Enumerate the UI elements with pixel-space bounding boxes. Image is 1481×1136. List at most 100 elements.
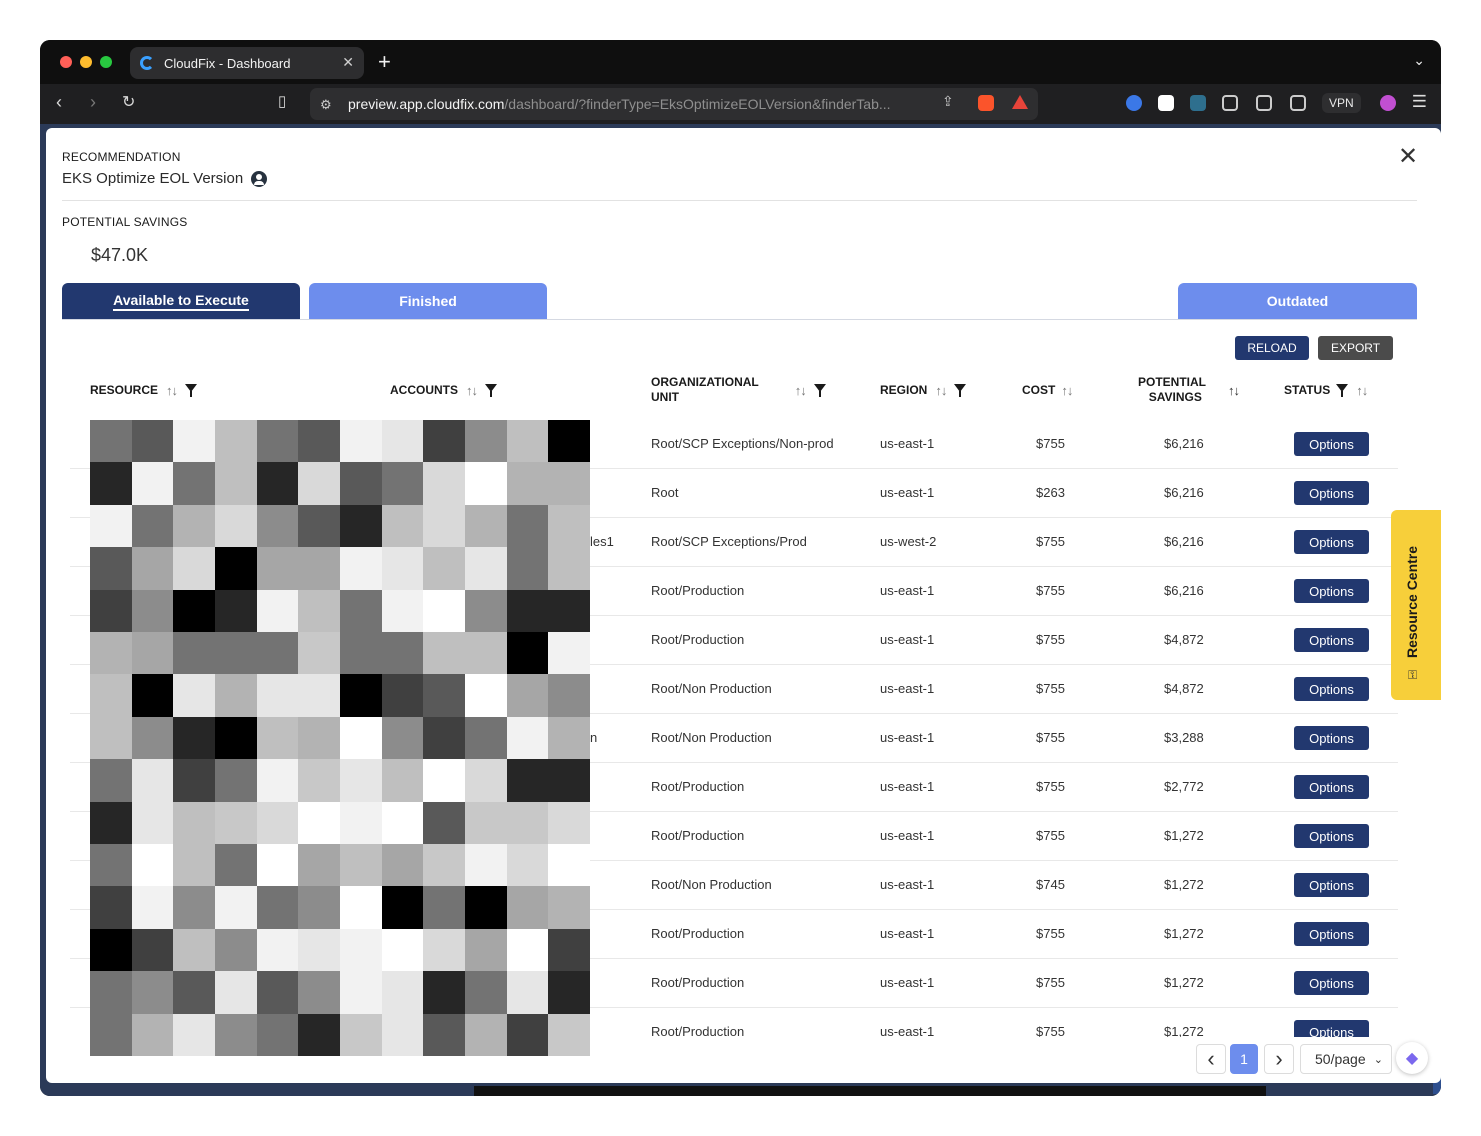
minimize-window-button[interactable]: [80, 56, 92, 68]
options-button[interactable]: Options: [1294, 481, 1369, 505]
filter-icon[interactable]: [954, 383, 967, 397]
redaction-pixel: [131, 759, 174, 802]
password-manager-icon[interactable]: [1126, 95, 1142, 111]
sidebar-icon[interactable]: [1256, 95, 1272, 111]
tab-outdated[interactable]: Outdated: [1178, 283, 1417, 319]
extensions-puzzle-icon[interactable]: [1222, 95, 1238, 111]
resource-centre-tab[interactable]: Resource Centre ⚿: [1391, 510, 1441, 700]
redaction-pixel: [298, 971, 340, 1014]
prev-page-button[interactable]: ‹: [1196, 1044, 1226, 1074]
menu-icon[interactable]: ☰: [1412, 92, 1427, 112]
tab-available-label: Available to Execute: [113, 292, 249, 311]
redaction-pixel: [340, 504, 382, 548]
redaction-pixel: [173, 716, 215, 760]
redaction-pixel: [215, 1013, 257, 1056]
org-unit-cell: Root/Non Production: [651, 877, 772, 892]
options-button[interactable]: Options: [1294, 432, 1369, 456]
reload-icon[interactable]: ↻: [122, 92, 135, 112]
page-number-button[interactable]: 1: [1230, 1044, 1258, 1074]
column-label-line: SAVINGS: [1148, 390, 1202, 404]
redaction-pixel: [131, 1013, 174, 1056]
options-button[interactable]: Options: [1294, 775, 1369, 799]
options-button[interactable]: Options: [1294, 677, 1369, 701]
forward-icon[interactable]: ›: [90, 92, 96, 113]
wallet-icon[interactable]: [1290, 95, 1306, 111]
column-label: STATUS: [1284, 383, 1331, 397]
sort-icon[interactable]: ↑↓: [1061, 383, 1073, 398]
options-button[interactable]: Options: [1294, 1020, 1369, 1037]
redaction-pixel: [340, 886, 382, 929]
redaction-pixel: [173, 844, 215, 887]
redaction-pixel: [465, 844, 507, 887]
back-icon[interactable]: ‹: [56, 92, 62, 113]
options-button[interactable]: Options: [1294, 530, 1369, 554]
tab-list-chevron-icon[interactable]: ⌄: [1413, 52, 1425, 69]
tab-finished[interactable]: Finished: [309, 283, 547, 319]
profile-avatar-icon[interactable]: [1380, 95, 1396, 111]
redaction-pixel: [506, 716, 549, 760]
site-settings-icon[interactable]: ⚙: [320, 97, 332, 113]
redaction-pixel: [381, 674, 424, 717]
org-unit-cell: Root/Production: [651, 779, 745, 794]
vpn-button[interactable]: VPN: [1322, 93, 1361, 113]
options-button[interactable]: Options: [1294, 922, 1369, 946]
brave-shield-icon[interactable]: [978, 95, 994, 111]
clickup-icon[interactable]: ◆: [1396, 1042, 1428, 1074]
bookmark-icon[interactable]: ▯: [278, 92, 286, 110]
zoom-window-button[interactable]: [100, 56, 112, 68]
redaction-pixel: [506, 759, 549, 802]
cost-cell: $755: [1036, 632, 1065, 647]
share-icon[interactable]: ⇪: [942, 93, 958, 109]
redaction-pixel: [340, 928, 382, 972]
redaction-pixel: [90, 716, 132, 760]
redaction-pixel: [506, 928, 549, 972]
tab-available-to-execute[interactable]: Available to Execute: [62, 283, 300, 319]
extension-icon[interactable]: [1190, 95, 1206, 111]
options-button[interactable]: Options: [1294, 726, 1369, 750]
browser-tab[interactable]: CloudFix - Dashboard ✕: [130, 47, 364, 79]
redaction-pixel: [423, 801, 465, 844]
options-button[interactable]: Options: [1294, 873, 1369, 897]
address-bar[interactable]: ⚙ preview.app.cloudfix.com/dashboard/?fi…: [310, 88, 1038, 120]
extension-icon[interactable]: [1158, 95, 1174, 111]
sort-icon[interactable]: ↑↓: [795, 383, 807, 398]
org-unit-cell: Root/Non Production: [651, 730, 772, 745]
sort-icon[interactable]: ↑↓: [1356, 383, 1368, 398]
redaction-pixel: [548, 716, 590, 760]
redaction-pixel: [256, 844, 299, 887]
page-size-select[interactable]: 50/page ⌄: [1300, 1044, 1392, 1074]
redaction-pixel: [215, 674, 257, 717]
close-modal-button[interactable]: ✕: [1398, 142, 1418, 171]
options-button[interactable]: Options: [1294, 971, 1369, 995]
redaction-pixel: [381, 504, 424, 548]
redaction-pixel: [298, 801, 340, 844]
redaction-pixel: [131, 844, 174, 887]
options-button[interactable]: Options: [1294, 824, 1369, 848]
redaction-pixel: [256, 1013, 299, 1056]
redaction-pixel: [215, 716, 257, 760]
sort-icon[interactable]: ↑↓: [1228, 383, 1240, 398]
reload-button[interactable]: RELOAD: [1235, 336, 1309, 360]
next-page-button[interactable]: ›: [1264, 1044, 1294, 1074]
options-button[interactable]: Options: [1294, 579, 1369, 603]
options-button[interactable]: Options: [1294, 628, 1369, 652]
redaction-pixel: [173, 504, 215, 548]
filter-icon[interactable]: [485, 383, 497, 397]
export-button[interactable]: EXPORT: [1318, 336, 1393, 360]
sort-icon[interactable]: ↑↓: [935, 383, 947, 398]
sort-icon[interactable]: ↑↓: [466, 383, 478, 398]
brave-rewards-icon[interactable]: [1012, 95, 1028, 109]
filter-icon[interactable]: [185, 383, 198, 397]
redaction-pixel: [465, 674, 507, 717]
close-window-button[interactable]: [60, 56, 72, 68]
redaction-pixel: [215, 420, 257, 463]
sort-icon[interactable]: ↑↓: [166, 383, 178, 398]
tab-close-icon[interactable]: ✕: [342, 54, 354, 71]
chevron-right-icon: ›: [1275, 1046, 1283, 1071]
redaction-pixel: [298, 716, 340, 760]
filter-icon[interactable]: [813, 383, 826, 397]
redaction-pixel: [465, 928, 507, 972]
new-tab-button[interactable]: +: [378, 49, 391, 75]
redaction-pixel: [215, 886, 257, 929]
filter-icon[interactable]: [1336, 383, 1349, 397]
